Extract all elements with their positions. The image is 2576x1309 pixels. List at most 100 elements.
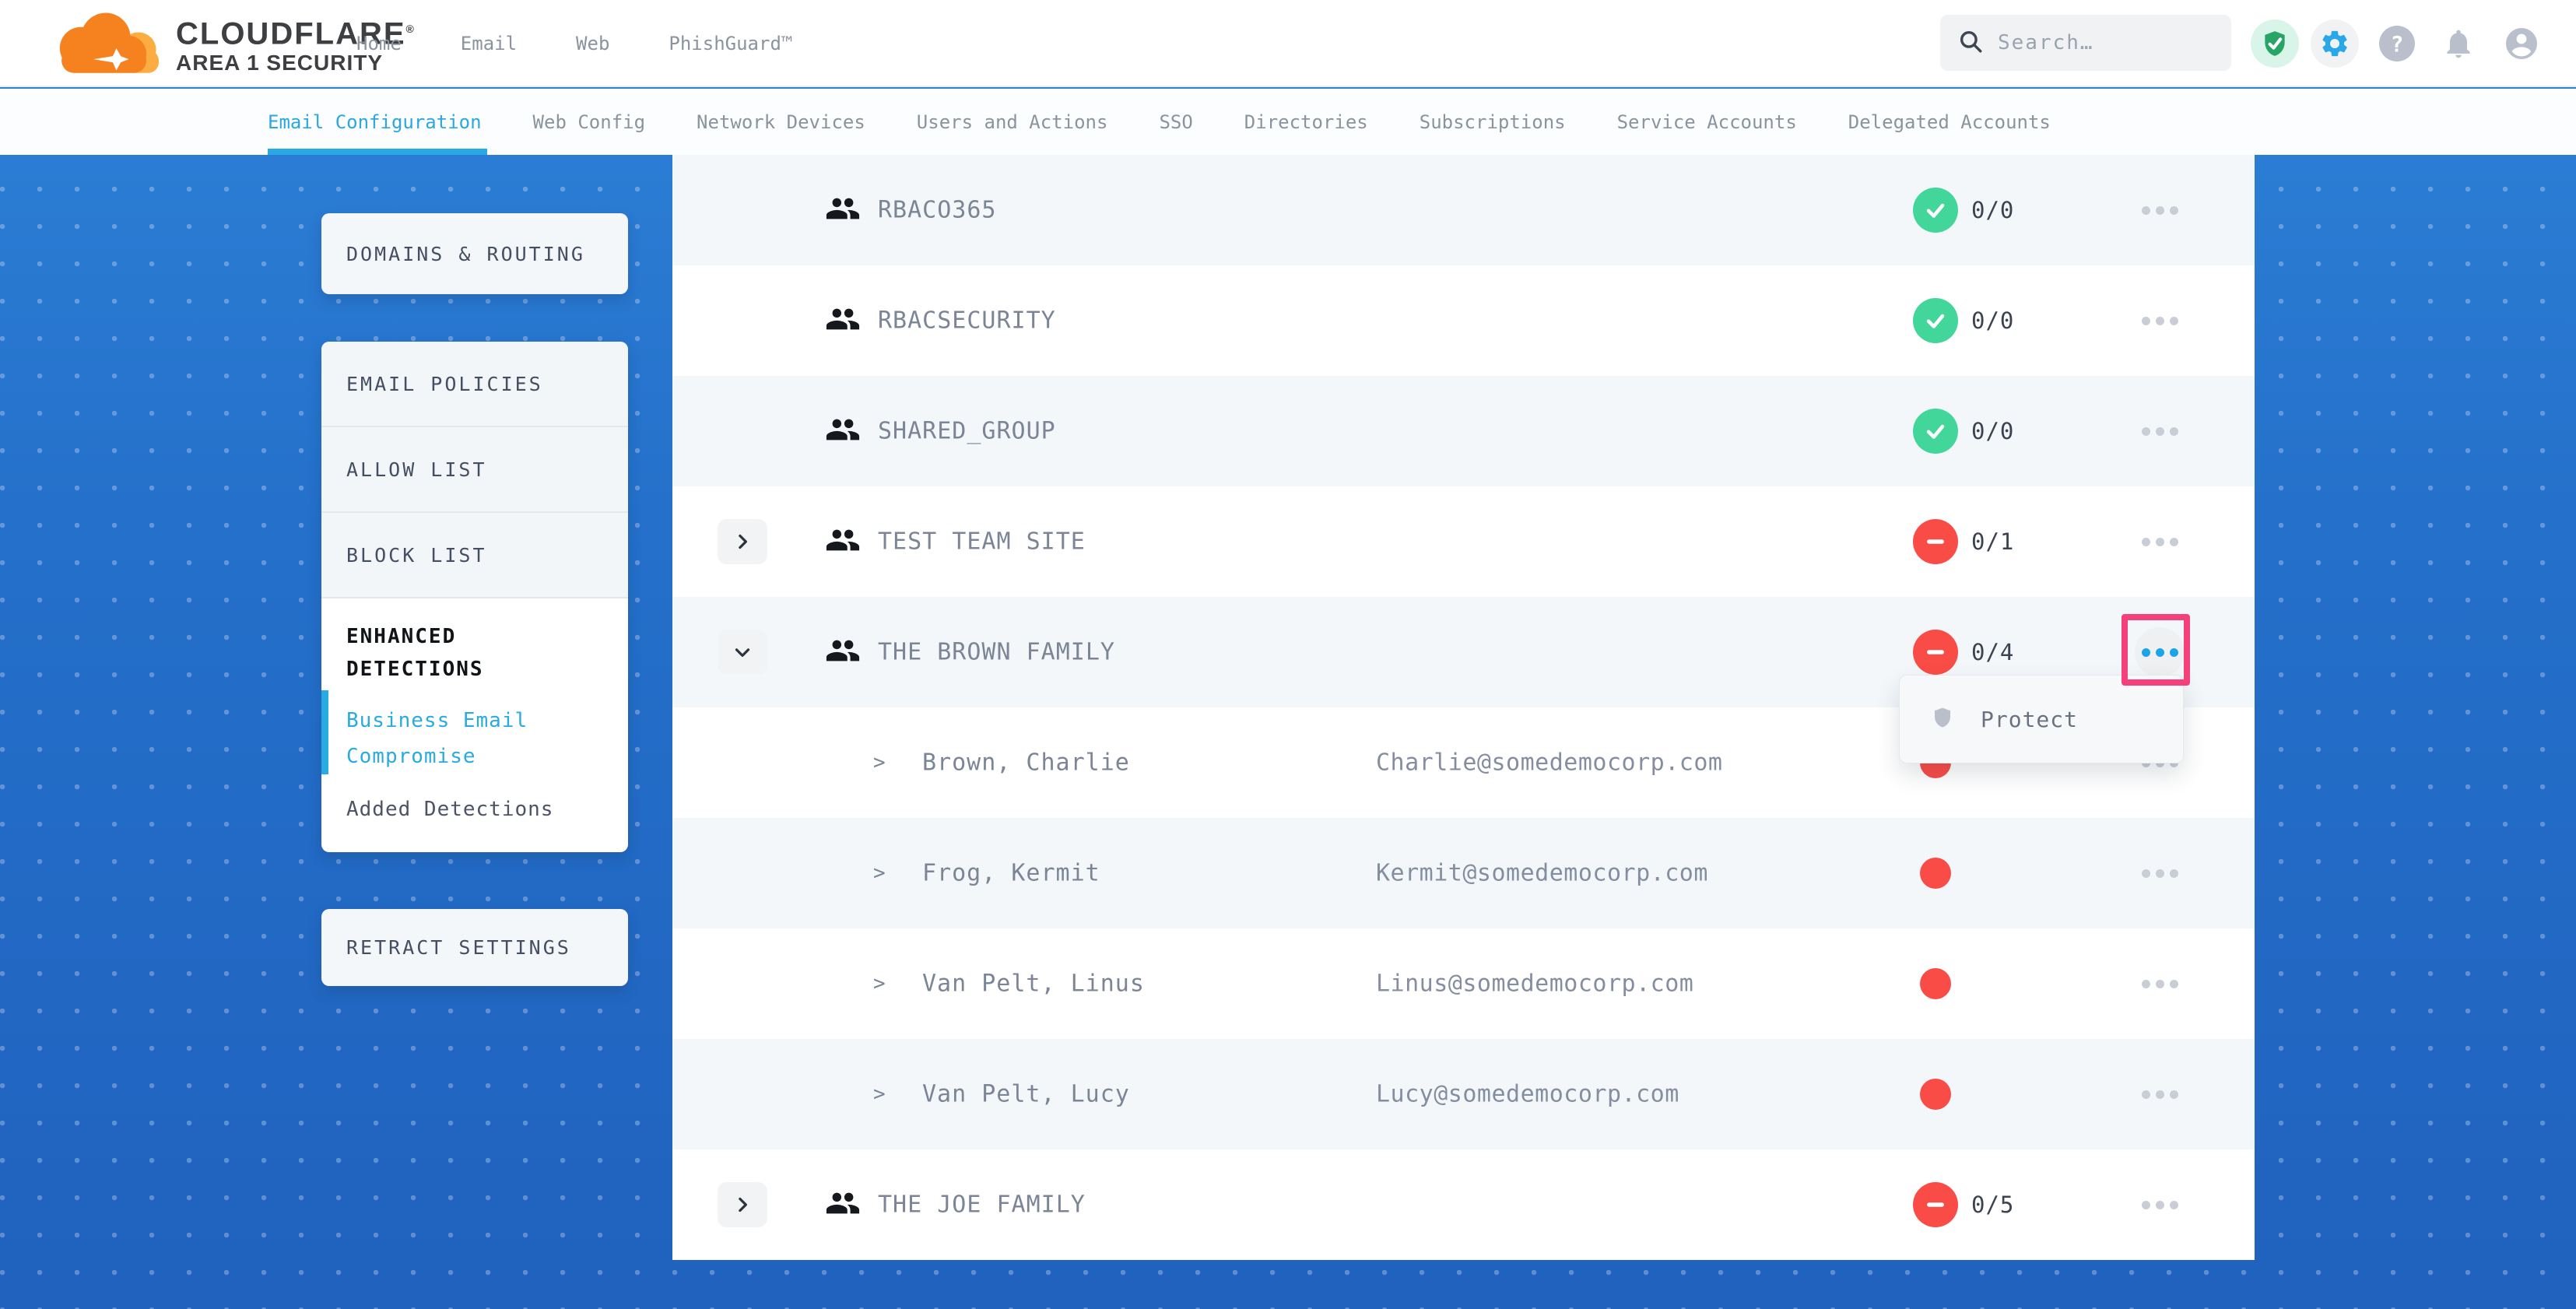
shield-check-icon[interactable]: [2251, 19, 2299, 68]
row-actions-menu-button[interactable]: [2135, 517, 2185, 567]
status-dot: [1920, 858, 1951, 889]
protected-count: 0/0: [1971, 197, 2014, 223]
top-header: CLOUDFLARE® AREA 1 SECURITY HomeEmailWeb…: [0, 0, 2576, 87]
tab-directories[interactable]: Directories: [1244, 111, 1368, 133]
member-chevron-icon: >: [873, 1083, 886, 1106]
protected-count: 0/0: [1971, 307, 2014, 334]
member-chevron-icon: >: [873, 972, 886, 995]
collapse-row-button[interactable]: [718, 630, 767, 675]
nav-item-phishguard[interactable]: PhishGuard™: [669, 33, 792, 54]
tab-delegated-accounts[interactable]: Delegated Accounts: [1848, 111, 2051, 133]
group-name: THE BROWN FAMILY: [878, 639, 1115, 666]
nav-item-email[interactable]: Email: [461, 33, 517, 54]
sidebar-item-business-email-compromise[interactable]: Business Email Compromise: [346, 703, 580, 774]
group-name: THE JOE FAMILY: [878, 1191, 1086, 1219]
member-email: Linus@somedemocorp.com: [1376, 970, 1693, 998]
table-row: > Frog, Kermit Kermit@somedemocorp.com: [672, 818, 2255, 928]
row-actions-menu-button[interactable]: [2135, 959, 2185, 1009]
table-row: > Van Pelt, Lucy Lucy@somedemocorp.com: [672, 1039, 2255, 1149]
cloudflare-cloud-icon: [48, 9, 165, 78]
expand-row-button[interactable]: [718, 1182, 767, 1227]
table-row: RBACSECURITY 0/0: [672, 265, 2255, 376]
shield-icon: [1931, 704, 1954, 734]
tab-service-accounts[interactable]: Service Accounts: [1617, 111, 1797, 133]
nav-item-home[interactable]: Home: [356, 33, 402, 54]
table-row: > Van Pelt, Linus Linus@somedemocorp.com: [672, 928, 2255, 1039]
sidebar-item-block-list[interactable]: BLOCK LIST: [321, 513, 628, 598]
group-icon: [825, 1185, 861, 1224]
table-row: TEST TEAM SITE 0/1: [672, 486, 2255, 597]
sidebar-item-enhanced-detections[interactable]: ENHANCED DETECTIONS: [346, 620, 580, 686]
row-actions-menu-button[interactable]: [2135, 1180, 2185, 1230]
group-icon: [825, 412, 861, 451]
group-name: RBACSECURITY: [878, 307, 1056, 335]
group-name: TEST TEAM SITE: [878, 528, 1086, 556]
status-blocked-badge: [1913, 1182, 1958, 1227]
search-box[interactable]: [1940, 15, 2231, 71]
row-actions-menu-button[interactable]: [2135, 296, 2185, 346]
status-dot: [1920, 1079, 1951, 1110]
sidebar-item-added-detections[interactable]: Added Detections: [346, 791, 605, 827]
member-chevron-icon: >: [873, 862, 886, 885]
protected-count: 0/5: [1971, 1191, 2014, 1218]
status-ok-badge: [1913, 188, 1958, 233]
secondary-nav-tabs: Email Configuration Web Config Network Dev…: [268, 89, 2051, 155]
bell-icon[interactable]: [2441, 26, 2476, 61]
tab-network-devices[interactable]: Network Devices: [697, 111, 865, 133]
tab-users-and-actions[interactable]: Users and Actions: [917, 111, 1108, 133]
primary-nav: Home Email Web PhishGuard™: [356, 0, 792, 87]
member-email: Lucy@somedemocorp.com: [1376, 1081, 1679, 1108]
protected-count: 0/4: [1971, 639, 2014, 665]
active-item-indicator: [321, 690, 328, 774]
table-row: RBACO365 0/0: [672, 155, 2255, 265]
search-input[interactable]: [1998, 31, 2216, 54]
status-ok-badge: [1913, 409, 1958, 454]
member-name: Brown, Charlie: [922, 749, 1130, 777]
nav-item-web[interactable]: Web: [576, 33, 609, 54]
avatar-icon[interactable]: [2503, 25, 2540, 62]
row-actions-menu-button[interactable]: [2135, 406, 2185, 456]
action-highlight-rect: [2122, 614, 2190, 686]
tab-sso[interactable]: SSO: [1159, 111, 1192, 133]
group-name: SHARED_GROUP: [878, 418, 1056, 445]
status-dot: [1920, 968, 1951, 999]
status-blocked-badge: [1913, 519, 1958, 564]
group-icon: [825, 522, 861, 561]
row-actions-menu-button[interactable]: [2135, 1069, 2185, 1119]
tab-email-configuration[interactable]: Email Configuration: [268, 111, 482, 133]
member-name: Van Pelt, Linus: [922, 970, 1145, 998]
sidebar-policies-card: EMAIL POLICIESALLOW LISTBLOCK LIST ENHAN…: [321, 342, 628, 852]
search-icon: [1957, 28, 1984, 58]
status-ok-badge: [1913, 298, 1958, 343]
sidebar-item-domains-routing[interactable]: DOMAINS & ROUTING: [321, 213, 628, 294]
sidebar-item-retract-settings[interactable]: RETRACT SETTINGS: [321, 909, 628, 986]
sidebar-section-enhanced-detections: ENHANCED DETECTIONS Business Email Compr…: [321, 598, 628, 827]
member-name: Van Pelt, Lucy: [922, 1081, 1130, 1108]
row-actions-menu-button[interactable]: [2135, 848, 2185, 898]
member-email: Charlie@somedemocorp.com: [1376, 749, 1722, 777]
status-blocked-badge: [1913, 630, 1958, 675]
row-actions-menu-button[interactable]: [2135, 185, 2185, 235]
table-row: SHARED_GROUP0/0: [672, 376, 2255, 486]
active-tab-underline: [268, 149, 487, 155]
gear-icon[interactable]: [2311, 19, 2359, 68]
group-icon: [825, 191, 861, 230]
sidebar-item-email-policies[interactable]: EMAIL POLICIES: [321, 342, 628, 427]
group-name: RBACO365: [878, 197, 997, 224]
table-row: THE JOE FAMILY 0/5: [672, 1149, 2255, 1260]
group-icon: [825, 633, 861, 672]
tab-web-config[interactable]: Web Config: [533, 111, 646, 133]
help-icon[interactable]: ?: [2379, 26, 2415, 61]
secondary-nav: Email Configuration Web Config Network Dev…: [0, 89, 2576, 155]
app-background: CLOUDFLARE® AREA 1 SECURITY HomeEmailWeb…: [0, 0, 2576, 1309]
context-menu: Protect: [1899, 675, 2184, 763]
tab-subscriptions[interactable]: Subscriptions: [1420, 111, 1566, 133]
expand-row-button[interactable]: [718, 519, 767, 564]
groups-table: RBACO3650/0RBACSECURITY0/0SHARED_GROUP0/…: [672, 155, 2255, 1260]
protected-count: 0/1: [1971, 528, 2014, 555]
member-name: Frog, Kermit: [922, 860, 1100, 887]
member-chevron-icon: >: [873, 751, 886, 774]
sidebar-item-allow-list[interactable]: ALLOW LIST: [321, 427, 628, 513]
member-email: Kermit@somedemocorp.com: [1376, 860, 1708, 887]
context-menu-item-protect[interactable]: Protect: [1981, 707, 2078, 732]
